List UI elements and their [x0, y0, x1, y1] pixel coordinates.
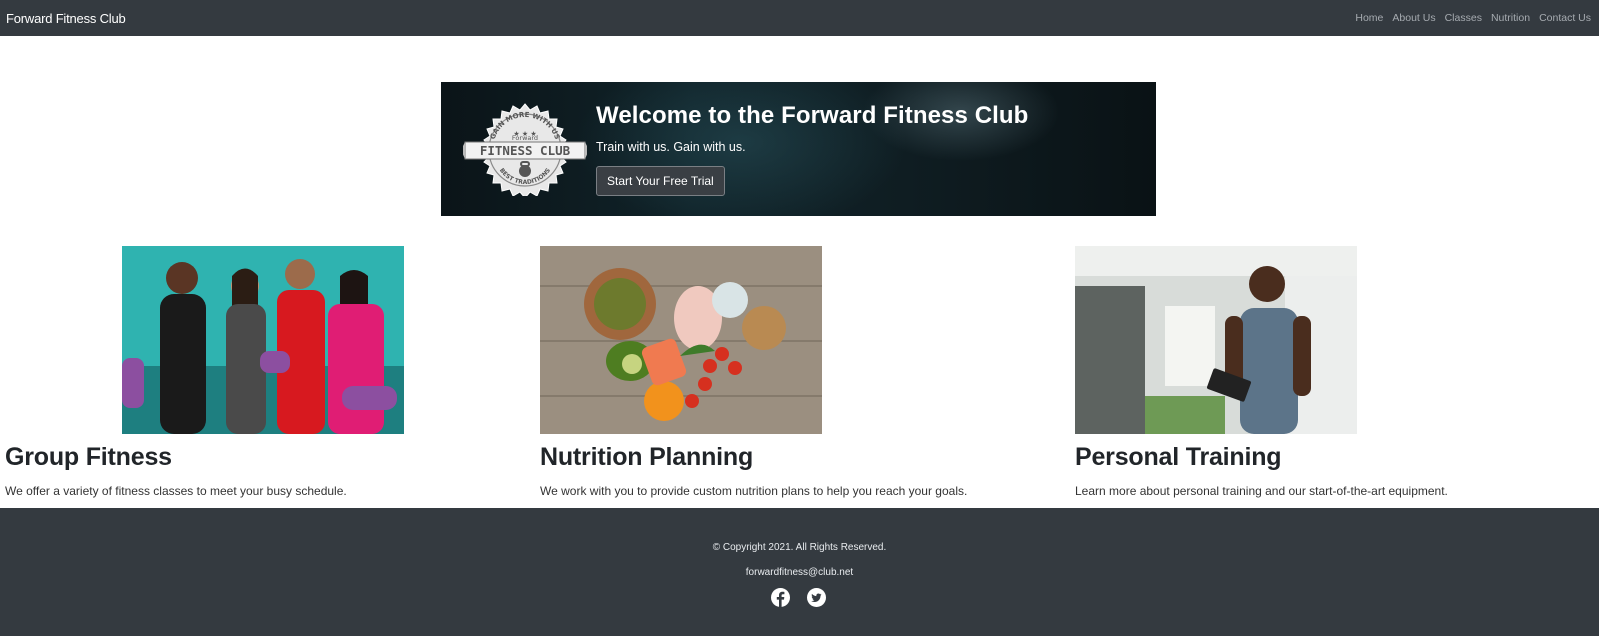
card-text-nutrition-planning: We work with you to provide custom nutri… [540, 484, 968, 498]
twitter-icon[interactable] [807, 588, 826, 607]
nav-link-about[interactable]: About Us [1392, 12, 1435, 24]
group-fitness-image [122, 246, 404, 434]
nav-link-classes[interactable]: Classes [1445, 12, 1482, 24]
facebook-icon[interactable] [771, 588, 790, 607]
nav-link-contact[interactable]: Contact Us [1539, 12, 1591, 24]
nav-links: Home About Us Classes Nutrition Contact … [1355, 12, 1593, 24]
logo-forward-text: Forward [512, 134, 538, 142]
free-trial-button[interactable]: Start Your Free Trial [596, 166, 725, 196]
card-title-nutrition-planning: Nutrition Planning [540, 443, 754, 471]
card-text-group-fitness: We offer a variety of fitness classes to… [5, 484, 347, 498]
hero-banner: GAIN MORE WITH US ★ ★ ★ Forward FITNESS … [441, 82, 1156, 216]
fitness-club-logo: GAIN MORE WITH US ★ ★ ★ Forward FITNESS … [461, 102, 589, 199]
navbar-brand[interactable]: Forward Fitness Club [6, 11, 126, 26]
hero-title: Welcome to the Forward Fitness Club [596, 102, 1029, 129]
nutrition-planning-image [540, 246, 822, 434]
card-title-group-fitness: Group Fitness [5, 443, 172, 471]
nav-link-nutrition[interactable]: Nutrition [1491, 12, 1530, 24]
card-title-personal-training: Personal Training [1075, 443, 1282, 471]
navbar: Forward Fitness Club Home About Us Class… [0, 0, 1599, 36]
social-links [771, 588, 826, 607]
nav-link-home[interactable]: Home [1355, 12, 1383, 24]
copyright-text: © Copyright 2021. All Rights Reserved. [712, 542, 887, 553]
personal-training-image [1075, 246, 1357, 434]
card-text-personal-training: Learn more about personal training and o… [1075, 484, 1448, 498]
footer: © Copyright 2021. All Rights Reserved. f… [0, 508, 1599, 636]
logo-main-text: FITNESS CLUB [480, 143, 571, 158]
hero-subtitle: Train with us. Gain with us. [596, 140, 746, 154]
footer-email-link[interactable]: forwardfitness@club.net [0, 567, 1599, 578]
